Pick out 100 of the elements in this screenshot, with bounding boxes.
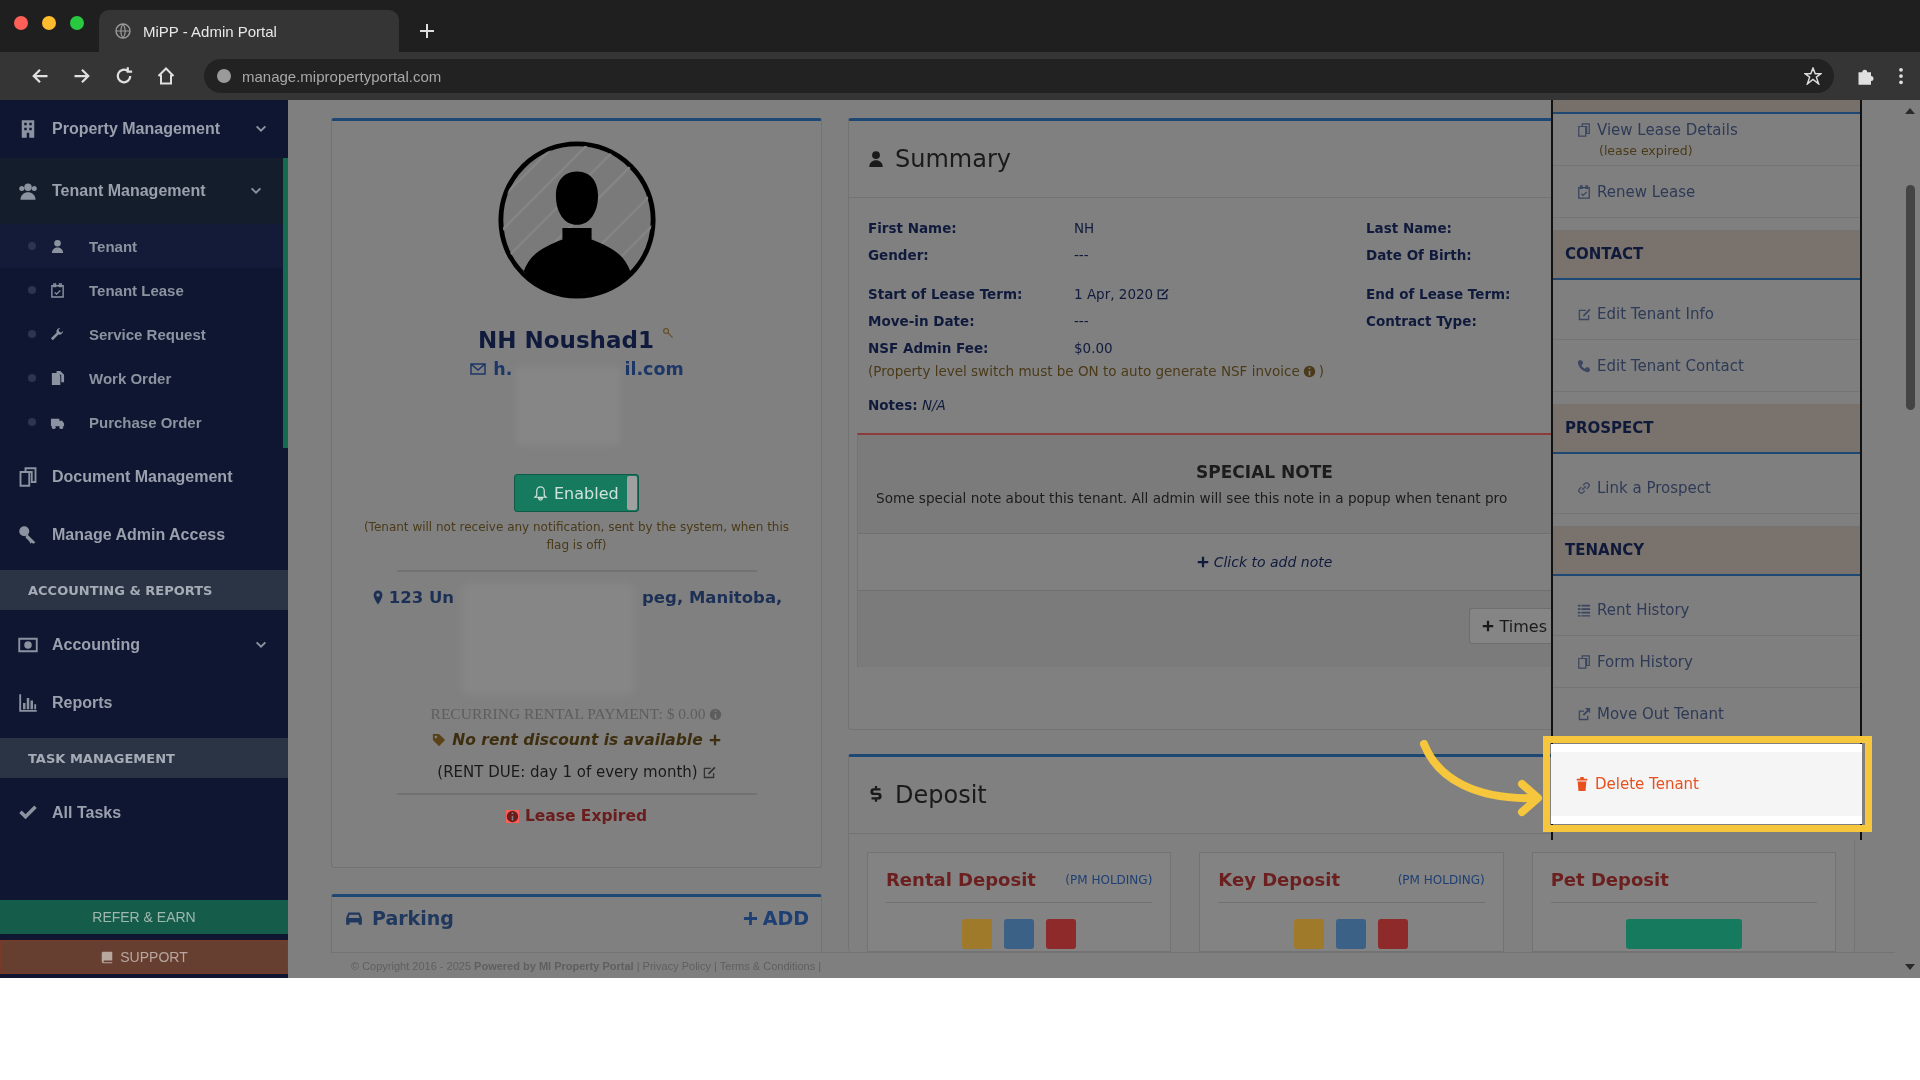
field-label: Move-in Date: <box>868 311 976 331</box>
wrench-icon <box>50 326 65 342</box>
sidebar-item[interactable]: Document Management <box>0 448 288 506</box>
field-label: NSF Admin Fee: <box>868 338 990 358</box>
nsf-note: (Property level switch must be ON to auto generate NSF invoice <box>868 363 1300 379</box>
copy-icon <box>1577 654 1591 669</box>
edit-icon <box>1577 306 1591 321</box>
field-label: Date Of Birth: <box>1366 245 1472 265</box>
close-window-button[interactable] <box>14 16 28 30</box>
sidebar-subitem[interactable]: Tenant <box>0 224 283 268</box>
home-icon[interactable] <box>156 66 176 86</box>
sidebar-subitem[interactable]: Service Request <box>0 312 283 356</box>
tree-dot <box>28 418 36 426</box>
zoom-window-button[interactable] <box>70 16 84 30</box>
sidebar-item[interactable]: Reports <box>0 674 288 732</box>
deposit-title: Deposit <box>895 781 987 809</box>
scrollbar-thumb[interactable] <box>1906 185 1915 410</box>
discount-text: No rent discount is available <box>452 731 703 749</box>
key-icon <box>662 327 675 340</box>
menu-item[interactable]: Edit Tenant Contact <box>1553 340 1860 392</box>
info-icon <box>1302 364 1316 378</box>
forward-icon[interactable] <box>72 66 92 86</box>
menu-item[interactable]: Link a Prospect <box>1553 462 1860 514</box>
bookmark-star-icon[interactable] <box>1804 67 1822 85</box>
plus-icon <box>742 910 758 926</box>
menu-item[interactable]: Rent History <box>1553 584 1860 636</box>
notification-note: (Tenant will not receive any notification, sent by the system, when this flag is off) <box>362 519 791 554</box>
sidebar-item[interactable]: Tenant Management <box>0 158 288 224</box>
envelope-icon <box>469 361 488 377</box>
list-icon <box>1577 602 1591 617</box>
minimize-window-button[interactable] <box>42 16 56 30</box>
reload-icon[interactable] <box>114 66 134 86</box>
field-value: 1 Apr, 2020 <box>1074 285 1154 302</box>
calendar-icon <box>50 282 65 298</box>
sidebar-section-heading: ACCOUNTING & REPORTS <box>0 570 288 610</box>
menu-section-heading: TENANCY <box>1553 526 1860 576</box>
browser-tab[interactable]: MiPP - Admin Portal <box>99 10 399 52</box>
sidebar-item[interactable]: Property Management <box>0 100 288 158</box>
menu-item[interactable]: Move Out Tenant <box>1553 688 1860 740</box>
menu-item[interactable]: Edit Tenant Info <box>1553 288 1860 340</box>
field-label: First Name: <box>868 218 958 238</box>
menu-item[interactable]: View Lease Details (lease expired) <box>1553 114 1860 166</box>
key-icon <box>18 525 38 545</box>
refer-and-earn-button[interactable]: REFER & EARN <box>0 900 288 934</box>
more-icon[interactable] <box>1898 66 1904 86</box>
summary-title: Summary <box>895 145 1011 173</box>
money-icon <box>18 635 38 655</box>
support-button[interactable]: SUPPORT <box>0 940 288 974</box>
notes-text: Notes: N/A <box>867 397 947 413</box>
notification-toggle[interactable]: Enabled <box>514 474 639 512</box>
plus-icon <box>1481 620 1494 632</box>
new-tab-icon[interactable] <box>419 23 435 39</box>
avatar-icon <box>495 139 658 301</box>
timesheet-button[interactable]: Times <box>1468 608 1551 644</box>
menu-section-heading: CONTACT <box>1553 230 1860 280</box>
globe-icon <box>216 68 232 84</box>
file-icon <box>50 370 65 386</box>
parking-title: Parking <box>372 907 455 929</box>
car-icon <box>344 909 364 927</box>
field-label: Last Name: <box>1366 218 1452 238</box>
scroll-down-icon[interactable] <box>1905 964 1915 970</box>
link-icon <box>1577 480 1591 495</box>
docs-icon <box>18 467 38 487</box>
sidebar-item[interactable]: Manage Admin Access <box>0 506 288 564</box>
deposit-type: Rental Deposit <box>886 869 1036 890</box>
sidebar-item[interactable]: All Tasks <box>0 784 288 842</box>
menu-item[interactable]: Renew Lease <box>1553 166 1860 218</box>
field-label: Start of Lease Term: <box>868 284 1024 304</box>
add-note-link[interactable]: Click to add note <box>1190 553 1339 571</box>
sidebar-item[interactable]: Accounting <box>0 616 288 674</box>
field-value: $0.00 <box>1074 339 1113 356</box>
address-text: 123 Un <box>388 588 455 607</box>
field-label: Contract Type: <box>1366 311 1477 331</box>
info-icon <box>505 809 519 823</box>
tag-icon <box>432 733 447 747</box>
scroll-up-icon[interactable] <box>1905 108 1915 114</box>
field-label: End of Lease Term: <box>1366 284 1511 304</box>
email-text: il.com <box>624 359 684 379</box>
address-field[interactable]: manage.mipropertyportal.com <box>204 59 1834 93</box>
edit-icon <box>701 765 716 779</box>
lease-status: Lease Expired <box>524 807 648 825</box>
menu-item[interactable]: Form History <box>1553 636 1860 688</box>
chart-icon <box>18 693 38 713</box>
external-icon <box>1577 706 1591 721</box>
copy-icon <box>1577 123 1591 137</box>
user-icon <box>50 238 65 254</box>
menu-section-heading: PROSPECT <box>1553 404 1860 454</box>
sidebar-subitem[interactable]: Tenant Lease <box>0 268 283 312</box>
sidebar-subitem[interactable]: Work Order <box>0 356 283 400</box>
sidebar-subitem[interactable]: Purchase Order <box>0 400 283 444</box>
back-icon[interactable] <box>30 66 50 86</box>
field-label: Gender: <box>868 245 930 265</box>
email-text: h. <box>493 359 513 379</box>
tenant-name: NH Noushad1 <box>478 327 654 353</box>
deposit-type: Key Deposit <box>1218 869 1341 890</box>
info-icon <box>709 707 723 721</box>
field-value: NH <box>1074 219 1095 236</box>
menu-item[interactable]: Delete Tenant <box>1551 744 1862 824</box>
add-parking-button[interactable]: ADD <box>742 907 809 929</box>
book-icon <box>100 950 115 964</box>
